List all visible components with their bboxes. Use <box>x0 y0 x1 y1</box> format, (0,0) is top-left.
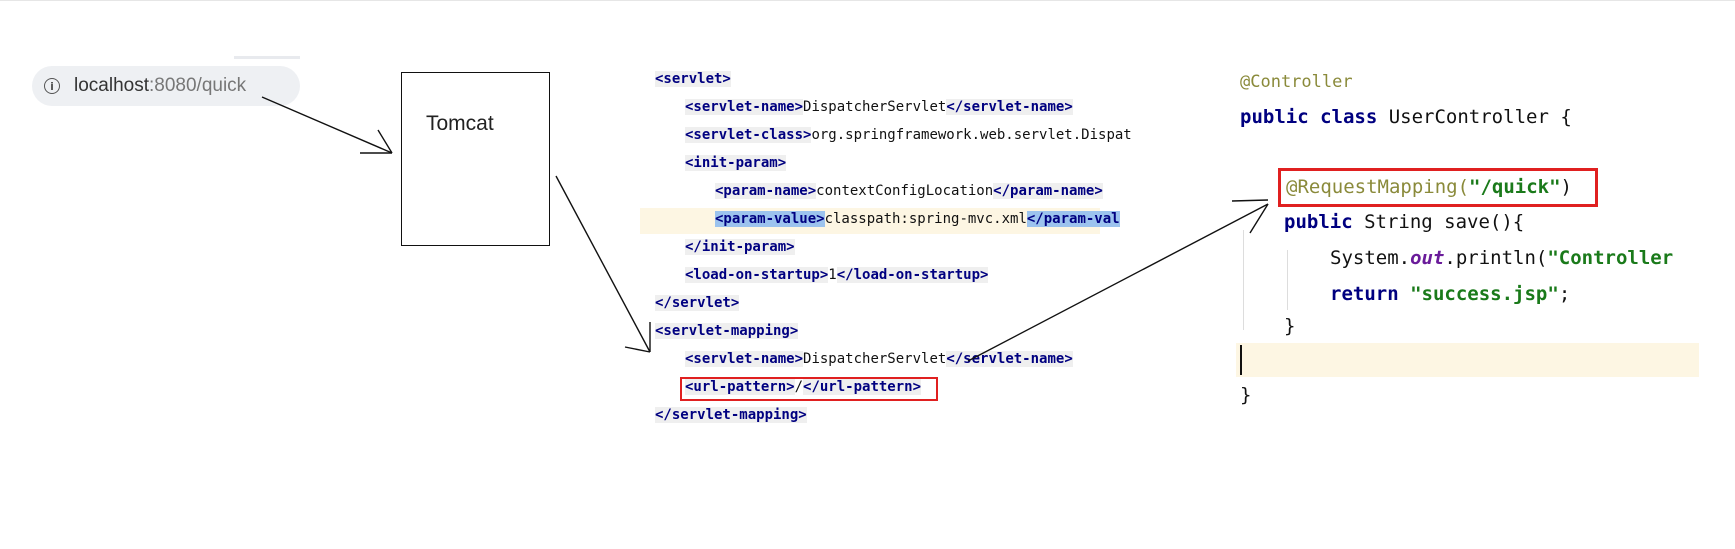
arrowhead-controller <box>1231 199 1269 234</box>
flow-arrows <box>261 96 1269 362</box>
arrowhead-mapping <box>624 322 651 353</box>
arrow-tomcat-to-mapping <box>555 175 651 353</box>
arrow-pattern-to-controller <box>967 203 1269 362</box>
arrow-url-to-tomcat <box>261 96 393 154</box>
